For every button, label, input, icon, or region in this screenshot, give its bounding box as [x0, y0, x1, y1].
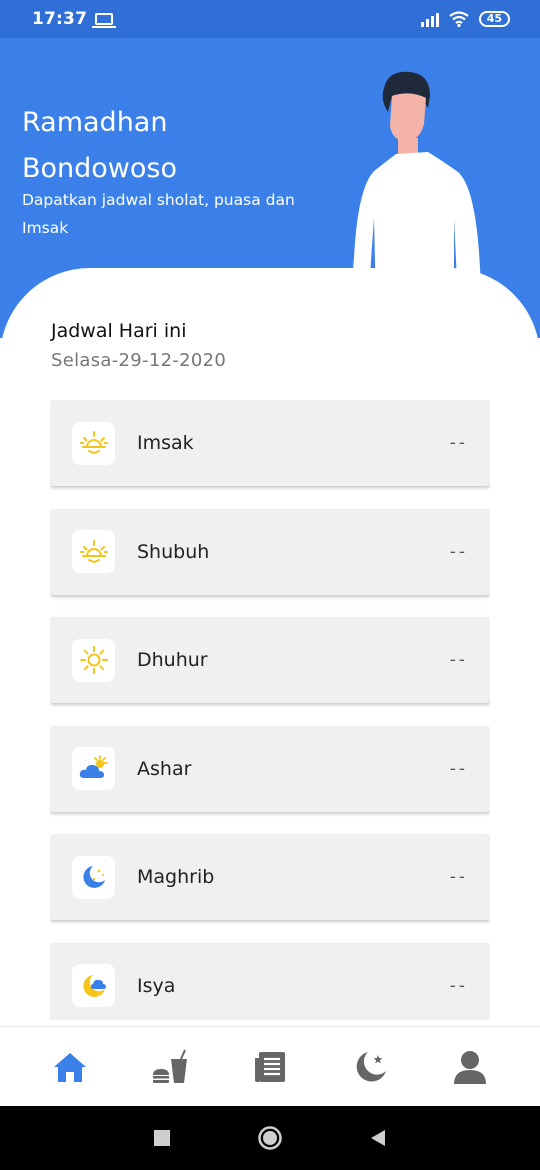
sunrise-icon	[72, 421, 115, 465]
prayer-time: --	[449, 867, 468, 888]
nav-ramadhan[interactable]	[340, 1037, 400, 1097]
app-title: Ramadhan Bondowoso	[22, 107, 177, 184]
system-nav-bar	[0, 1106, 540, 1170]
prayer-card-imsak[interactable]: Imsak --	[50, 400, 490, 486]
prayer-time: --	[449, 975, 468, 996]
prayer-card-maghrib[interactable]: Maghrib --	[50, 834, 490, 921]
battery-icon: 45	[478, 11, 510, 27]
prayer-name: Ashar	[137, 757, 192, 780]
prayer-card-shubuh[interactable]: Shubuh --	[50, 508, 490, 595]
status-time: 17:37	[32, 9, 88, 29]
schedule-date: Selasa-29-12-2020	[51, 350, 227, 371]
nav-profile[interactable]	[440, 1037, 500, 1097]
prayer-name: Shubuh	[137, 540, 210, 563]
prayer-name: Dhuhur	[137, 649, 208, 672]
nav-food[interactable]	[140, 1037, 200, 1097]
prayer-card-dhuhur[interactable]: Dhuhur --	[50, 617, 490, 704]
prayer-card-isya[interactable]: Isya --	[50, 942, 490, 1020]
wifi-icon	[449, 11, 469, 27]
prayer-card-ashar[interactable]: Ashar --	[50, 725, 490, 812]
moon-stars-icon	[72, 855, 115, 899]
prayer-time: --	[449, 541, 468, 562]
sun-icon	[72, 638, 115, 682]
prayer-name: Imsak	[137, 432, 194, 454]
moon-star-icon	[356, 1051, 386, 1082]
food-drink-icon	[153, 1049, 187, 1083]
sunrise-icon	[72, 530, 115, 574]
moon-cloud-icon	[72, 964, 115, 1008]
laptop-icon	[92, 13, 117, 28]
prayer-time: --	[449, 650, 468, 671]
profile-icon	[454, 1050, 486, 1084]
home-icon	[54, 1052, 86, 1082]
cloud-sun-icon	[72, 747, 115, 791]
prayer-list: Imsak -- Shubuh -- Dhuhur -- Ashar -- Ma…	[50, 400, 490, 1020]
status-bar: 17:37 45	[0, 0, 540, 38]
bottom-nav	[0, 1026, 540, 1106]
prayer-time: --	[449, 758, 468, 779]
schedule-title: Jadwal Hari ini	[51, 320, 187, 342]
app-subtitle: Dapatkan jadwal sholat, puasa dan Imsak	[22, 191, 295, 237]
signal-icon	[420, 11, 439, 27]
nav-home[interactable]	[40, 1037, 100, 1097]
back-icon[interactable]	[369, 1129, 387, 1147]
home-system-icon[interactable]	[257, 1125, 283, 1151]
nav-news[interactable]	[240, 1037, 300, 1097]
prayer-name: Maghrib	[137, 866, 215, 889]
prayer-time: --	[449, 433, 468, 453]
news-icon	[255, 1051, 285, 1082]
prayer-name: Isya	[137, 974, 176, 997]
recents-icon[interactable]	[153, 1129, 171, 1147]
